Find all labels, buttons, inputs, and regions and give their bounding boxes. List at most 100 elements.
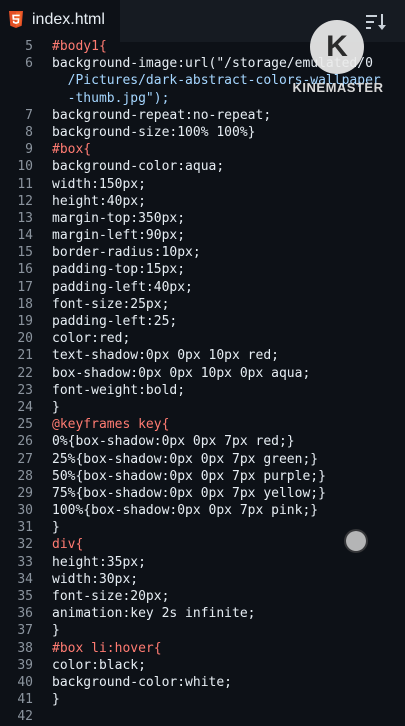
code-line[interactable]: 31}	[0, 519, 405, 536]
code-line[interactable]: 36 animation:key 2s infinite;	[0, 605, 405, 622]
code-line[interactable]: 7 background-repeat:no-repeat;	[0, 107, 405, 124]
code-text: background-size:100% 100%}	[52, 124, 256, 140]
line-number: 30	[17, 503, 33, 519]
code-text: @keyframes key{	[52, 417, 170, 433]
code-text: height:35px;	[52, 554, 146, 570]
line-number: 22	[17, 365, 33, 381]
code-text: width:30px;	[52, 571, 139, 587]
code-line[interactable]: 34 width:30px;	[0, 571, 405, 588]
code-line[interactable]: 12 height:40px;	[0, 193, 405, 210]
line-number: 13	[17, 210, 33, 226]
line-number: 21	[17, 348, 33, 364]
code-line[interactable]: 8 background-size:100% 100%}	[0, 124, 405, 141]
line-number: 25	[17, 417, 33, 433]
code-text: font-weight:bold;	[52, 382, 186, 398]
line-number: 9	[25, 142, 33, 158]
code-text: -thumb.jpg");	[52, 90, 170, 106]
line-number: 24	[17, 399, 33, 415]
code-line[interactable]: 13 margin-top:350px;	[0, 210, 405, 227]
code-text: font-size:25px;	[52, 296, 170, 312]
code-line[interactable]: 29 75%{box-shadow:0px 0px 7px yellow;}	[0, 485, 405, 502]
code-text: 0%{box-shadow:0px 0px 7px red;}	[52, 434, 295, 450]
line-number: 35	[17, 589, 33, 604]
code-line[interactable]: 39 color:black;	[0, 657, 405, 674]
code-line[interactable]: 41}	[0, 691, 405, 708]
line-number: 20	[17, 331, 33, 347]
code-text: text-shadow:0px 0px 10px red;	[52, 348, 279, 364]
code-text: #body1{	[52, 39, 107, 54]
line-number: 33	[17, 554, 33, 570]
line-number: 19	[17, 314, 33, 329]
code-line[interactable]: 19 padding-left:25;	[0, 313, 405, 330]
code-line[interactable]: 11 width:150px;	[0, 176, 405, 193]
line-number: 14	[17, 228, 33, 244]
code-text: padding-top:15px;	[52, 262, 186, 278]
line-number: 6	[25, 56, 33, 72]
code-line[interactable]: 38 #box li:hover{	[0, 640, 405, 657]
line-number: 40	[17, 674, 33, 690]
line-number: 26	[17, 434, 33, 450]
code-line[interactable]: 9 #box{	[0, 141, 405, 158]
code-line[interactable]: 15 border-radius:10px;	[0, 244, 405, 261]
line-number: 39	[17, 657, 33, 673]
code-line[interactable]: 35 font-size:20px;	[0, 588, 405, 605]
code-text: border-radius:10px;	[52, 245, 201, 261]
code-line[interactable]: 40 background-color:white;	[0, 674, 405, 691]
line-number: 12	[17, 193, 33, 209]
code-line[interactable]: 22 box-shadow:0px 0px 10px 0px aqua;	[0, 365, 405, 382]
kinemaster-wordmark: KINEMASTER	[292, 80, 384, 95]
code-line[interactable]: 42	[0, 708, 405, 725]
kinemaster-logo-letter: K	[326, 30, 348, 63]
line-number: 23	[17, 382, 33, 398]
line-number: 31	[17, 520, 33, 536]
code-line[interactable]: 37}	[0, 622, 405, 639]
line-number: 10	[17, 159, 33, 175]
code-line[interactable]: 23 font-weight:bold;	[0, 382, 405, 399]
line-number: 37	[17, 623, 33, 639]
code-text: background-color:aqua;	[52, 159, 225, 175]
code-line[interactable]: 25 @keyframes key{	[0, 416, 405, 433]
code-line[interactable]: 26 0%{box-shadow:0px 0px 7px red;}	[0, 433, 405, 450]
code-editor[interactable]: 5 #body1{6 background-image:url("/storage/…	[0, 38, 405, 726]
code-text: color:black;	[52, 657, 146, 673]
code-text: }	[52, 623, 60, 639]
line-number: 5	[25, 39, 33, 54]
line-number: 15	[17, 245, 33, 261]
code-line[interactable]: 18 font-size:25px;	[0, 296, 405, 313]
code-text: 75%{box-shadow:0px 0px 7px yellow;}	[52, 485, 326, 501]
line-number: 17	[17, 279, 33, 295]
code-line[interactable]: 16 padding-top:15px;	[0, 261, 405, 278]
code-line[interactable]: 24}	[0, 399, 405, 416]
code-line[interactable]: 20 color:red;	[0, 330, 405, 347]
line-number: 16	[17, 262, 33, 278]
line-number: 28	[17, 468, 33, 484]
line-number: 11	[17, 176, 33, 192]
code-text: padding-left:25;	[52, 314, 178, 329]
tab-title: index.html	[32, 11, 105, 28]
code-text: #box li:hover{	[52, 640, 162, 656]
code-line[interactable]: 33 height:35px;	[0, 554, 405, 571]
code-line[interactable]: 30 100%{box-shadow:0px 0px 7px pink;}	[0, 502, 405, 519]
line-number: 18	[17, 296, 33, 312]
code-text: #box{	[52, 142, 92, 158]
code-text: color:red;	[52, 331, 131, 347]
code-text: 50%{box-shadow:0px 0px 7px purple;}	[52, 468, 326, 484]
code-line[interactable]: 32 div{	[0, 536, 405, 553]
touch-indicator	[346, 531, 366, 551]
code-line[interactable]: 28 50%{box-shadow:0px 0px 7px purple;}	[0, 468, 405, 485]
line-number: 36	[17, 606, 33, 622]
code-line[interactable]: 17 padding-left:40px;	[0, 279, 405, 296]
code-text: margin-top:350px;	[52, 210, 186, 226]
line-number: 8	[25, 124, 33, 140]
code-line[interactable]: 10 background-color:aqua;	[0, 158, 405, 175]
kinemaster-logo-icon: K	[310, 20, 364, 74]
code-text: width:150px;	[52, 176, 146, 192]
code-line[interactable]: 27 25%{box-shadow:0px 0px 7px green;}	[0, 451, 405, 468]
code-line[interactable]: 14 margin-left:90px;	[0, 227, 405, 244]
code-text: }	[52, 692, 60, 708]
file-tab[interactable]: index.html	[0, 0, 120, 42]
line-number: 7	[25, 107, 33, 123]
code-line[interactable]: 21 text-shadow:0px 0px 10px red;	[0, 347, 405, 364]
code-text: 25%{box-shadow:0px 0px 7px green;}	[52, 451, 319, 467]
line-number: 32	[17, 537, 33, 553]
